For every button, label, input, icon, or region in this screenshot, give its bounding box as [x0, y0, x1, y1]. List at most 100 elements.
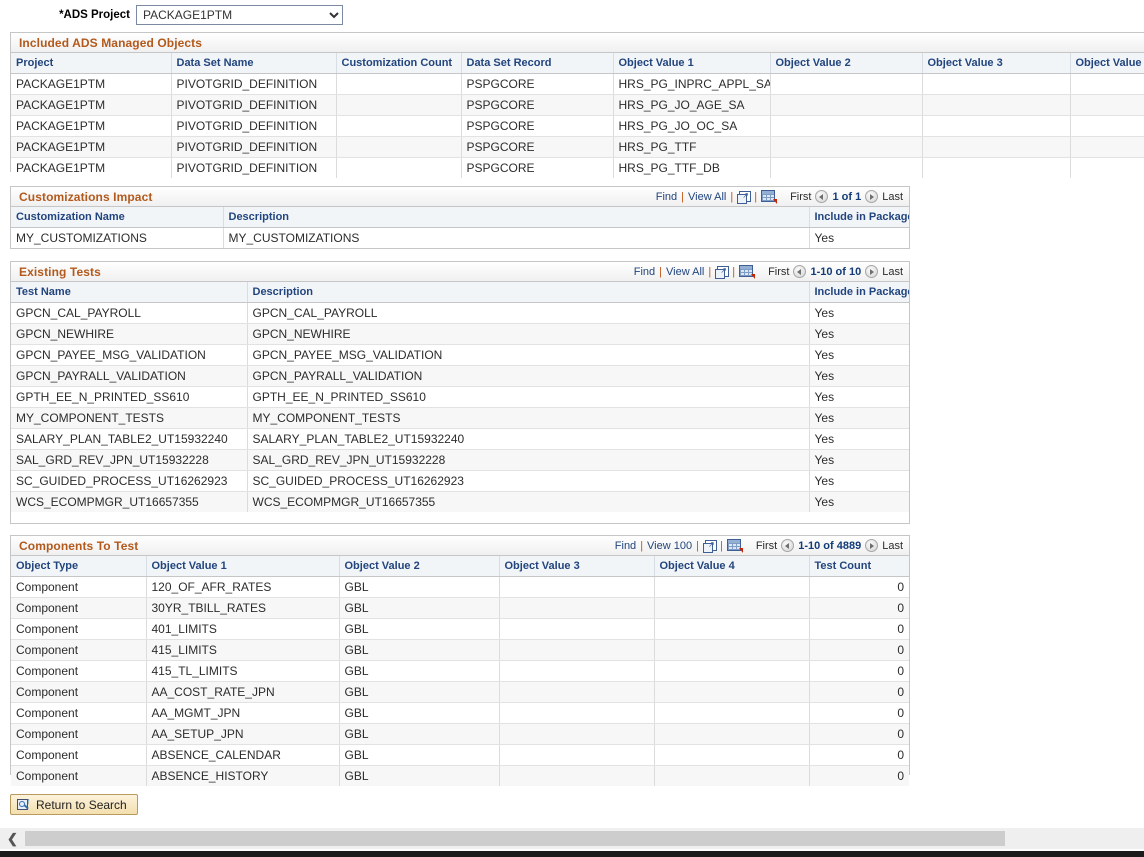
components-to-test-header: Components To Test Find | View 100 | ↗ |…	[11, 536, 909, 556]
next-page-icon[interactable]	[865, 190, 879, 203]
col-data-set-name[interactable]: Data Set Name	[171, 53, 337, 74]
cell-object-value-1: HRS_PG_JO_AGE_SA	[613, 94, 771, 116]
expand-window-icon[interactable]: ↗	[702, 539, 717, 553]
find-link[interactable]: Find	[656, 191, 677, 203]
col-object-value-1[interactable]: Object Value 1	[146, 556, 340, 577]
existing-tests-body: GPCN_CAL_PAYROLL GPCN_CAL_PAYROLL Yes GP…	[11, 302, 909, 512]
cell-object-value-4	[654, 576, 810, 598]
cell-object-value-3	[922, 73, 1071, 95]
next-page-icon[interactable]	[865, 539, 879, 552]
col-object-value-2[interactable]: Object Value 2	[770, 53, 923, 74]
cell-object-type: Component	[11, 681, 147, 703]
cell-include-in-package: Yes	[809, 491, 909, 512]
col-data-set-record[interactable]: Data Set Record	[461, 53, 614, 74]
cell-object-value-4	[1070, 73, 1144, 95]
col-object-value-3[interactable]: Object Value 3	[922, 53, 1071, 74]
first-label[interactable]: First	[790, 191, 811, 203]
components-to-test-body: Component 120_OF_AFR_RATES GBL 0 Compone…	[11, 576, 909, 786]
col-include-in-package[interactable]: Include in Package	[809, 282, 909, 303]
included-objects-header-row: Project Data Set Name Customization Coun…	[11, 53, 1144, 74]
col-object-value-4[interactable]: Object Value 4	[1070, 53, 1144, 74]
col-customization-count[interactable]: Customization Count	[336, 53, 462, 74]
col-object-type[interactable]: Object Type	[11, 556, 147, 577]
table-row: Component 415_LIMITS GBL 0	[11, 639, 909, 661]
col-object-value-3[interactable]: Object Value 3	[499, 556, 655, 577]
last-label[interactable]: Last	[882, 266, 903, 278]
view-all-link[interactable]: View All	[666, 266, 704, 278]
grid-download-icon[interactable]	[761, 190, 778, 204]
ads-project-select[interactable]: PACKAGE1PTM	[136, 5, 343, 25]
table-row: Component ABSENCE_CALENDAR GBL 0	[11, 744, 909, 766]
cell-object-value-2: GBL	[339, 597, 500, 619]
table-row: GPCN_PAYRALL_VALIDATION GPCN_PAYRALL_VAL…	[11, 365, 909, 387]
return-to-search-button[interactable]: ↑ Return to Search	[10, 794, 138, 815]
expand-window-icon[interactable]: ↗	[737, 190, 752, 204]
toolbar-separator: |	[730, 190, 734, 203]
existing-tests-table: Test Name Description Include in Package…	[11, 282, 909, 512]
cell-object-value-1: HRS_PG_TTF	[613, 136, 771, 158]
first-label[interactable]: First	[756, 540, 777, 552]
table-row: PACKAGE1PTM PIVOTGRID_DEFINITION PSPGCOR…	[11, 73, 1144, 95]
cell-description: GPCN_NEWHIRE	[247, 323, 810, 345]
cell-object-value-4	[1070, 115, 1144, 137]
customizations-impact-toolbar: Find | View All | ↗ | First 1 of 1 Last	[656, 190, 903, 204]
col-description[interactable]: Description	[223, 207, 810, 228]
cell-include-in-package: Yes	[809, 470, 909, 492]
previous-page-icon[interactable]	[781, 539, 795, 552]
table-row: Component 120_OF_AFR_RATES GBL 0	[11, 576, 909, 598]
included-objects-header: Included ADS Managed Objects	[11, 33, 1144, 53]
last-label[interactable]: Last	[882, 540, 903, 552]
cell-customization-count	[336, 136, 462, 158]
col-test-count[interactable]: Test Count	[809, 556, 909, 577]
scrollbar-track[interactable]	[25, 831, 1144, 846]
col-object-value-1[interactable]: Object Value 1	[613, 53, 771, 74]
table-row: GPCN_CAL_PAYROLL GPCN_CAL_PAYROLL Yes	[11, 302, 909, 324]
cell-include-in-package: Yes	[809, 428, 909, 450]
col-object-value-4[interactable]: Object Value 4	[654, 556, 810, 577]
cell-object-value-2: GBL	[339, 702, 500, 724]
ads-project-label: *ADS Project	[59, 9, 130, 21]
cell-test-count: 0	[809, 618, 909, 640]
cell-test-name: GPTH_EE_N_PRINTED_SS610	[11, 386, 248, 408]
find-link[interactable]: Find	[634, 266, 655, 278]
table-row: MY_CUSTOMIZATIONS MY_CUSTOMIZATIONS Yes	[11, 227, 909, 248]
col-include-in-package[interactable]: Include in Package	[809, 207, 909, 228]
grid-download-icon[interactable]	[726, 539, 743, 553]
col-test-name[interactable]: Test Name	[11, 282, 248, 303]
table-row: PACKAGE1PTM PIVOTGRID_DEFINITION PSPGCOR…	[11, 136, 1144, 158]
cell-object-value-4	[1070, 157, 1144, 178]
cell-customization-name: MY_CUSTOMIZATIONS	[11, 227, 224, 248]
previous-page-icon[interactable]	[815, 190, 829, 203]
col-object-value-2[interactable]: Object Value 2	[339, 556, 500, 577]
next-page-icon[interactable]	[865, 265, 879, 278]
scrollbar-thumb[interactable]	[25, 831, 1005, 846]
chevron-left-icon[interactable]: ❮	[0, 828, 25, 849]
last-label[interactable]: Last	[882, 191, 903, 203]
col-description[interactable]: Description	[247, 282, 810, 303]
view-100-link[interactable]: View 100	[647, 540, 692, 552]
customizations-impact-header: Customizations Impact Find | View All | …	[11, 187, 909, 207]
pager-count: 1-10 of 4889	[798, 539, 862, 552]
col-customization-name[interactable]: Customization Name	[11, 207, 224, 228]
cell-test-count: 0	[809, 576, 909, 598]
cell-object-value-2: GBL	[339, 744, 500, 766]
first-label[interactable]: First	[768, 266, 789, 278]
cell-test-name: WCS_ECOMPMGR_UT16657355	[11, 491, 248, 512]
find-link[interactable]: Find	[615, 540, 636, 552]
cell-description: GPCN_CAL_PAYROLL	[247, 302, 810, 324]
table-row: GPCN_PAYEE_MSG_VALIDATION GPCN_PAYEE_MSG…	[11, 344, 909, 366]
existing-tests-header-row: Test Name Description Include in Package	[11, 282, 909, 303]
cell-object-value-2	[770, 157, 923, 178]
cell-object-value-1: HRS_PG_INPRC_APPL_SA	[613, 73, 771, 95]
table-row: Component 415_TL_LIMITS GBL 0	[11, 660, 909, 682]
search-return-icon: ↑	[17, 796, 31, 812]
existing-tests-header: Existing Tests Find | View All | ↗ | Fir…	[11, 262, 909, 282]
view-all-link[interactable]: View All	[688, 191, 726, 203]
return-to-search-label: Return to Search	[36, 797, 127, 812]
horizontal-scrollbar[interactable]: ❮	[0, 828, 1144, 849]
col-project[interactable]: Project	[11, 53, 172, 74]
expand-window-icon[interactable]: ↗	[715, 265, 730, 279]
grid-download-icon[interactable]	[739, 265, 756, 279]
previous-page-icon[interactable]	[793, 265, 807, 278]
table-row: GPTH_EE_N_PRINTED_SS610 GPTH_EE_N_PRINTE…	[11, 386, 909, 408]
